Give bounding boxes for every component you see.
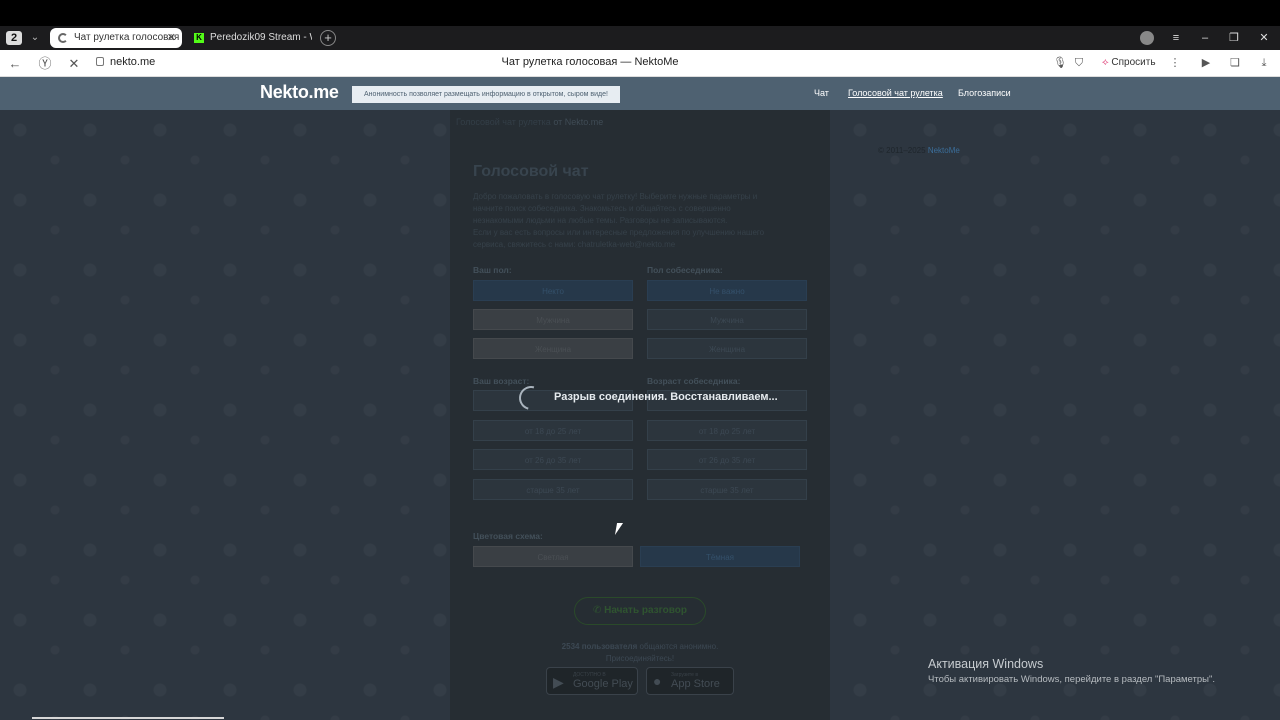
- tab-active[interactable]: Чат рулетка голосовая ✕: [50, 28, 182, 48]
- description-line: Добро пожаловать в голосовую чат рулетку…: [473, 192, 758, 201]
- partner-sex-label: Пол собеседника:: [647, 265, 723, 275]
- close-window-icon[interactable]: ✕: [1254, 30, 1274, 46]
- ask-icon: ⟡: [1102, 57, 1109, 68]
- your-age-label: Ваш возраст:: [473, 376, 530, 386]
- partner-age-option[interactable]: от 18 до 25 лет: [647, 420, 807, 441]
- partner-sex-option[interactable]: Мужчина: [647, 309, 807, 330]
- screen-top-strip: [0, 0, 1280, 26]
- page-heading: Голосовой чат: [473, 163, 589, 180]
- more-vertical-icon[interactable]: ⋮: [1167, 55, 1183, 71]
- new-tab-button[interactable]: +: [320, 30, 336, 46]
- progress-strip: [32, 717, 224, 719]
- windows-activation-title: Активация Windows: [928, 657, 1044, 671]
- profile-avatar[interactable]: [1140, 31, 1154, 45]
- nav-voice-chat[interactable]: Голосовой чат рулетка: [848, 88, 943, 98]
- your-sex-option[interactable]: Мужчина: [473, 309, 633, 330]
- tab-title: Чат рулетка голосовая: [74, 32, 180, 43]
- description-line: сервиса, свяжитесь с нами: chatruletka-w…: [473, 240, 676, 249]
- site-header: [0, 77, 1280, 110]
- bookmark-icon[interactable]: ⛉: [1071, 55, 1087, 71]
- tab-title: Peredozik09 Stream - Wat: [210, 32, 312, 43]
- start-call-label: Начать разговор: [604, 605, 688, 616]
- nav-blog[interactable]: Блогозаписи: [958, 88, 1011, 98]
- theme-dark-option[interactable]: Тёмная: [640, 546, 800, 567]
- your-sex-option[interactable]: Некто: [473, 280, 633, 301]
- ask-label: Спросить: [1111, 57, 1156, 68]
- your-age-option[interactable]: старше 35 лет: [473, 479, 633, 500]
- minimize-icon[interactable]: –: [1195, 30, 1215, 46]
- site-logo[interactable]: Nekto.me: [260, 82, 339, 103]
- ask-button[interactable]: ⟡ Спросить: [1102, 55, 1156, 71]
- nav-chat[interactable]: Чат: [814, 88, 829, 98]
- online-count: 2534 пользователя: [561, 642, 638, 651]
- theme-label: Цветовая схема:: [473, 531, 543, 541]
- microphone-icon[interactable]: 🎙: [1052, 55, 1068, 71]
- phone-icon: ✆: [592, 605, 602, 616]
- online-text: общаются анонимно.: [639, 642, 719, 651]
- your-sex-option[interactable]: Женщина: [473, 338, 633, 359]
- your-age-option[interactable]: от 18 до 25 лет: [473, 420, 633, 441]
- kick-favicon-icon: K: [194, 33, 204, 43]
- partner-sex-option[interactable]: Не важно: [647, 280, 807, 301]
- close-icon[interactable]: ✕: [167, 28, 176, 48]
- download-icon[interactable]: ⤓: [1256, 55, 1272, 71]
- restore-icon[interactable]: ❐: [1224, 30, 1244, 46]
- copyright: © 2011–2025 NektoMe: [878, 146, 960, 155]
- google-play-icon: ▶: [553, 674, 564, 690]
- site-slogan: Анонимность позволяет размещать информац…: [352, 86, 620, 103]
- breadcrumb-link[interactable]: Голосовой чат рулетка: [456, 117, 551, 127]
- description: Добро пожаловать в голосовую чат рулетку…: [473, 191, 803, 251]
- description-line: Если у вас есть вопросы или интересные п…: [473, 228, 765, 237]
- tab-inactive[interactable]: K Peredozik09 Stream - Wat: [186, 28, 312, 48]
- partner-age-option[interactable]: старше 35 лет: [647, 479, 807, 500]
- reconnect-message: Разрыв соединения. Восстанавливаем...: [554, 391, 778, 403]
- start-call-button[interactable]: ✆ Начать разговор: [574, 597, 706, 625]
- chevron-down-icon[interactable]: ⌄: [28, 30, 42, 46]
- partner-sex-option[interactable]: Женщина: [647, 338, 807, 359]
- brand-link[interactable]: NektoMe: [928, 146, 960, 155]
- menu-icon[interactable]: ≡: [1166, 30, 1186, 46]
- description-line: незнакомыми людьми на любые темы. Разгов…: [473, 216, 728, 225]
- breadcrumb-suffix: от Nekto.me: [553, 117, 604, 127]
- online-counter: 2534 пользователя общаются анонимно. При…: [500, 641, 780, 665]
- your-sex-label: Ваш пол:: [473, 265, 512, 275]
- tab-count-badge[interactable]: 2: [6, 31, 22, 45]
- page-title: Чат рулетка голосовая — NektoMe: [501, 56, 679, 68]
- your-age-option[interactable]: от 26 до 35 лет: [473, 449, 633, 470]
- windows-activation-subtitle: Чтобы активировать Windows, перейдите в …: [928, 674, 1215, 685]
- collections-icon[interactable]: ❏: [1227, 55, 1243, 71]
- online-join: Присоединяйтесь!: [605, 654, 675, 663]
- apple-icon: ●: [653, 673, 662, 689]
- breadcrumb: Голосовой чат рулетка от Nekto.me: [456, 117, 603, 127]
- google-play-label: Google Play: [573, 678, 633, 690]
- google-play-badge[interactable]: ▶ ДОСТУПНО В Google Play: [546, 667, 638, 695]
- partner-age-option[interactable]: от 26 до 35 лет: [647, 449, 807, 470]
- app-store-label: App Store: [671, 678, 720, 690]
- copyright-text: © 2011–2025: [878, 146, 926, 155]
- app-store-badge[interactable]: ● Загрузите в App Store: [646, 667, 734, 695]
- description-line: начните поиск собеседника. Знакомьтесь и…: [473, 204, 731, 213]
- loading-icon: [58, 33, 68, 43]
- media-icon[interactable]: ▶: [1198, 55, 1214, 71]
- partner-age-label: Возраст собеседника:: [647, 376, 741, 386]
- theme-light-option[interactable]: Светлая: [473, 546, 633, 567]
